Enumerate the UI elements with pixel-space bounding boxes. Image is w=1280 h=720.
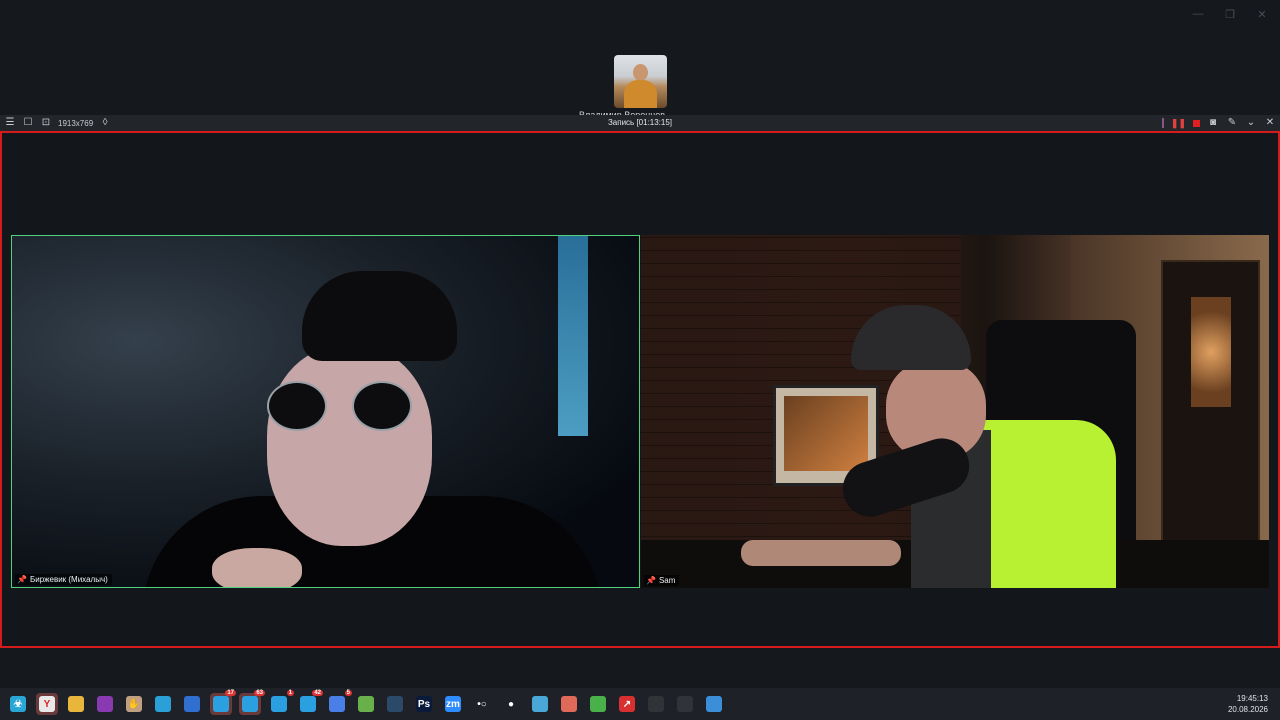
obs-dot-icon[interactable]: •○ (471, 693, 493, 715)
pen-icon[interactable]: ✎ (1226, 115, 1238, 131)
video-tile-participant-2[interactable]: 📌 Sam (641, 235, 1269, 588)
photoshop-icon-glyph: Ps (416, 696, 432, 712)
obs-icon[interactable] (645, 693, 667, 715)
telegram-icon[interactable]: 1 (268, 690, 294, 715)
notification-badge: 5 (344, 690, 352, 696)
notes-icon[interactable] (529, 693, 551, 715)
menu-icon[interactable]: ☰ (4, 115, 16, 131)
taskbar-apps: ☣ Y ✋ 17 63 1 42 5 Ps zm •○ ● ↗ (0, 690, 725, 715)
biohazard-icon[interactable]: ☣ (7, 693, 29, 715)
steam-icon-glyph (387, 696, 403, 712)
hand-icon-glyph: ✋ (126, 696, 142, 712)
stop-icon[interactable] (1193, 119, 1200, 127)
pin-icon[interactable]: 📌 (17, 575, 27, 584)
telegram-icon-glyph (242, 696, 258, 712)
telegram-icon[interactable]: 17 (210, 690, 236, 715)
video-tile-participant-1[interactable]: 📌 Биржевик (Михалыч) (11, 235, 640, 588)
steam-icon[interactable] (384, 693, 406, 715)
clock-date: 20.08.2026 (1227, 705, 1268, 714)
utorrent-icon-glyph (358, 696, 374, 712)
camera-icon[interactable]: ◙ (1207, 115, 1219, 131)
utorrent-icon[interactable] (355, 693, 377, 715)
participant-name: Биржевик (Михалыч) (29, 575, 108, 584)
thumbnail-head (633, 64, 648, 81)
notification-badge: 63 (254, 690, 265, 696)
app-icon[interactable] (152, 693, 174, 715)
resolution-label: 1913x769 (58, 118, 94, 128)
arrow-app-icon[interactable]: ↗ (616, 693, 638, 715)
telegram-icon-glyph (300, 696, 316, 712)
collapse-icon[interactable]: ⌄ (1245, 115, 1257, 131)
app-red-icon-glyph (561, 696, 577, 712)
background-light (558, 236, 588, 436)
globe-icon-glyph (184, 696, 200, 712)
zoom-icon-glyph: zm (445, 696, 461, 712)
participant-name-tag: 📌 Sam (644, 575, 680, 586)
folder-icon-glyph (68, 696, 84, 712)
thumbnail-body (624, 80, 657, 108)
recording-toolbar: ☰ ☐ ⊡ 1913x769 ◊ Запись [01:13:15] ❚❚ ◙ … (0, 115, 1280, 131)
sunglasses-lens (267, 381, 327, 431)
telegram-icon-glyph (271, 696, 287, 712)
pin-icon[interactable]: 📌 (646, 576, 656, 585)
excel-icon[interactable] (587, 693, 609, 715)
record-icon-glyph: ● (503, 696, 519, 712)
notes-icon-glyph (532, 696, 548, 712)
zoom-icon[interactable]: zm (442, 693, 464, 715)
winrar-icon-glyph (97, 696, 113, 712)
window-controls: — ❐ ✕ (1192, 8, 1268, 21)
maximize-icon[interactable]: ❐ (1224, 8, 1236, 21)
arrow-app-icon-glyph: ↗ (619, 696, 635, 712)
close-icon[interactable]: ✕ (1264, 115, 1276, 131)
yandex-browser-icon[interactable]: Y (36, 693, 58, 715)
chrome-icon-glyph (329, 696, 345, 712)
obs-icon-glyph (648, 696, 664, 712)
zoom-icon[interactable]: ⊡ (40, 115, 52, 131)
taskbar: ☣ Y ✋ 17 63 1 42 5 Ps zm •○ ● ↗ 19:45:13 20.08.2026 (0, 688, 1280, 720)
folder-icon[interactable] (65, 693, 87, 715)
photoshop-icon[interactable]: Ps (413, 693, 435, 715)
record-icon[interactable]: ● (500, 693, 522, 715)
telegram-icon[interactable]: 42 (297, 690, 323, 715)
sunglasses-lens (352, 381, 412, 431)
globe-icon[interactable] (181, 693, 203, 715)
biohazard-icon-glyph: ☣ (10, 696, 26, 712)
chrome-icon[interactable]: 5 (326, 690, 352, 715)
winrar-icon[interactable] (94, 693, 116, 715)
drop-icon[interactable]: ◊ (99, 115, 111, 131)
system-clock[interactable]: 19:45:13 20.08.2026 (1228, 693, 1268, 715)
app-red-icon[interactable] (558, 693, 580, 715)
photo-app-icon[interactable] (703, 693, 725, 715)
minimize-icon[interactable]: — (1192, 8, 1204, 21)
hand-icon[interactable]: ✋ (123, 693, 145, 715)
telegram-icon-glyph (213, 696, 229, 712)
participant-hand (212, 548, 302, 587)
participant-face (267, 346, 432, 546)
participant-name-tag: 📌 Биржевик (Михалыч) (15, 574, 112, 585)
notification-badge: 17 (225, 690, 236, 696)
thumbnail-label: Владимир Воронцов (578, 110, 666, 115)
telegram-icon[interactable]: 63 (239, 690, 265, 715)
clock-time: 19:45:13 (1236, 694, 1268, 703)
participant-name: Sam (658, 576, 676, 585)
obs-icon[interactable] (674, 693, 696, 715)
pause-icon[interactable]: ❚❚ (1171, 118, 1186, 129)
obs-dot-icon-glyph: •○ (474, 696, 490, 712)
notification-badge: 1 (286, 690, 294, 696)
notification-badge: 42 (312, 690, 323, 696)
participant-cap (302, 271, 457, 361)
obs-icon-glyph (677, 696, 693, 712)
display-cabinet (1161, 260, 1260, 584)
excel-icon-glyph (590, 696, 606, 712)
square-icon[interactable]: ☐ (22, 115, 34, 131)
recording-title: Запись [01:13:15] (607, 118, 673, 127)
app-icon-glyph (155, 696, 171, 712)
divider (1161, 118, 1164, 128)
photo-app-icon-glyph (706, 696, 722, 712)
participant-thumbnail[interactable] (614, 55, 667, 108)
yandex-browser-icon-glyph: Y (39, 696, 55, 712)
participant-arm (741, 540, 901, 566)
close-icon[interactable]: ✕ (1256, 8, 1268, 21)
